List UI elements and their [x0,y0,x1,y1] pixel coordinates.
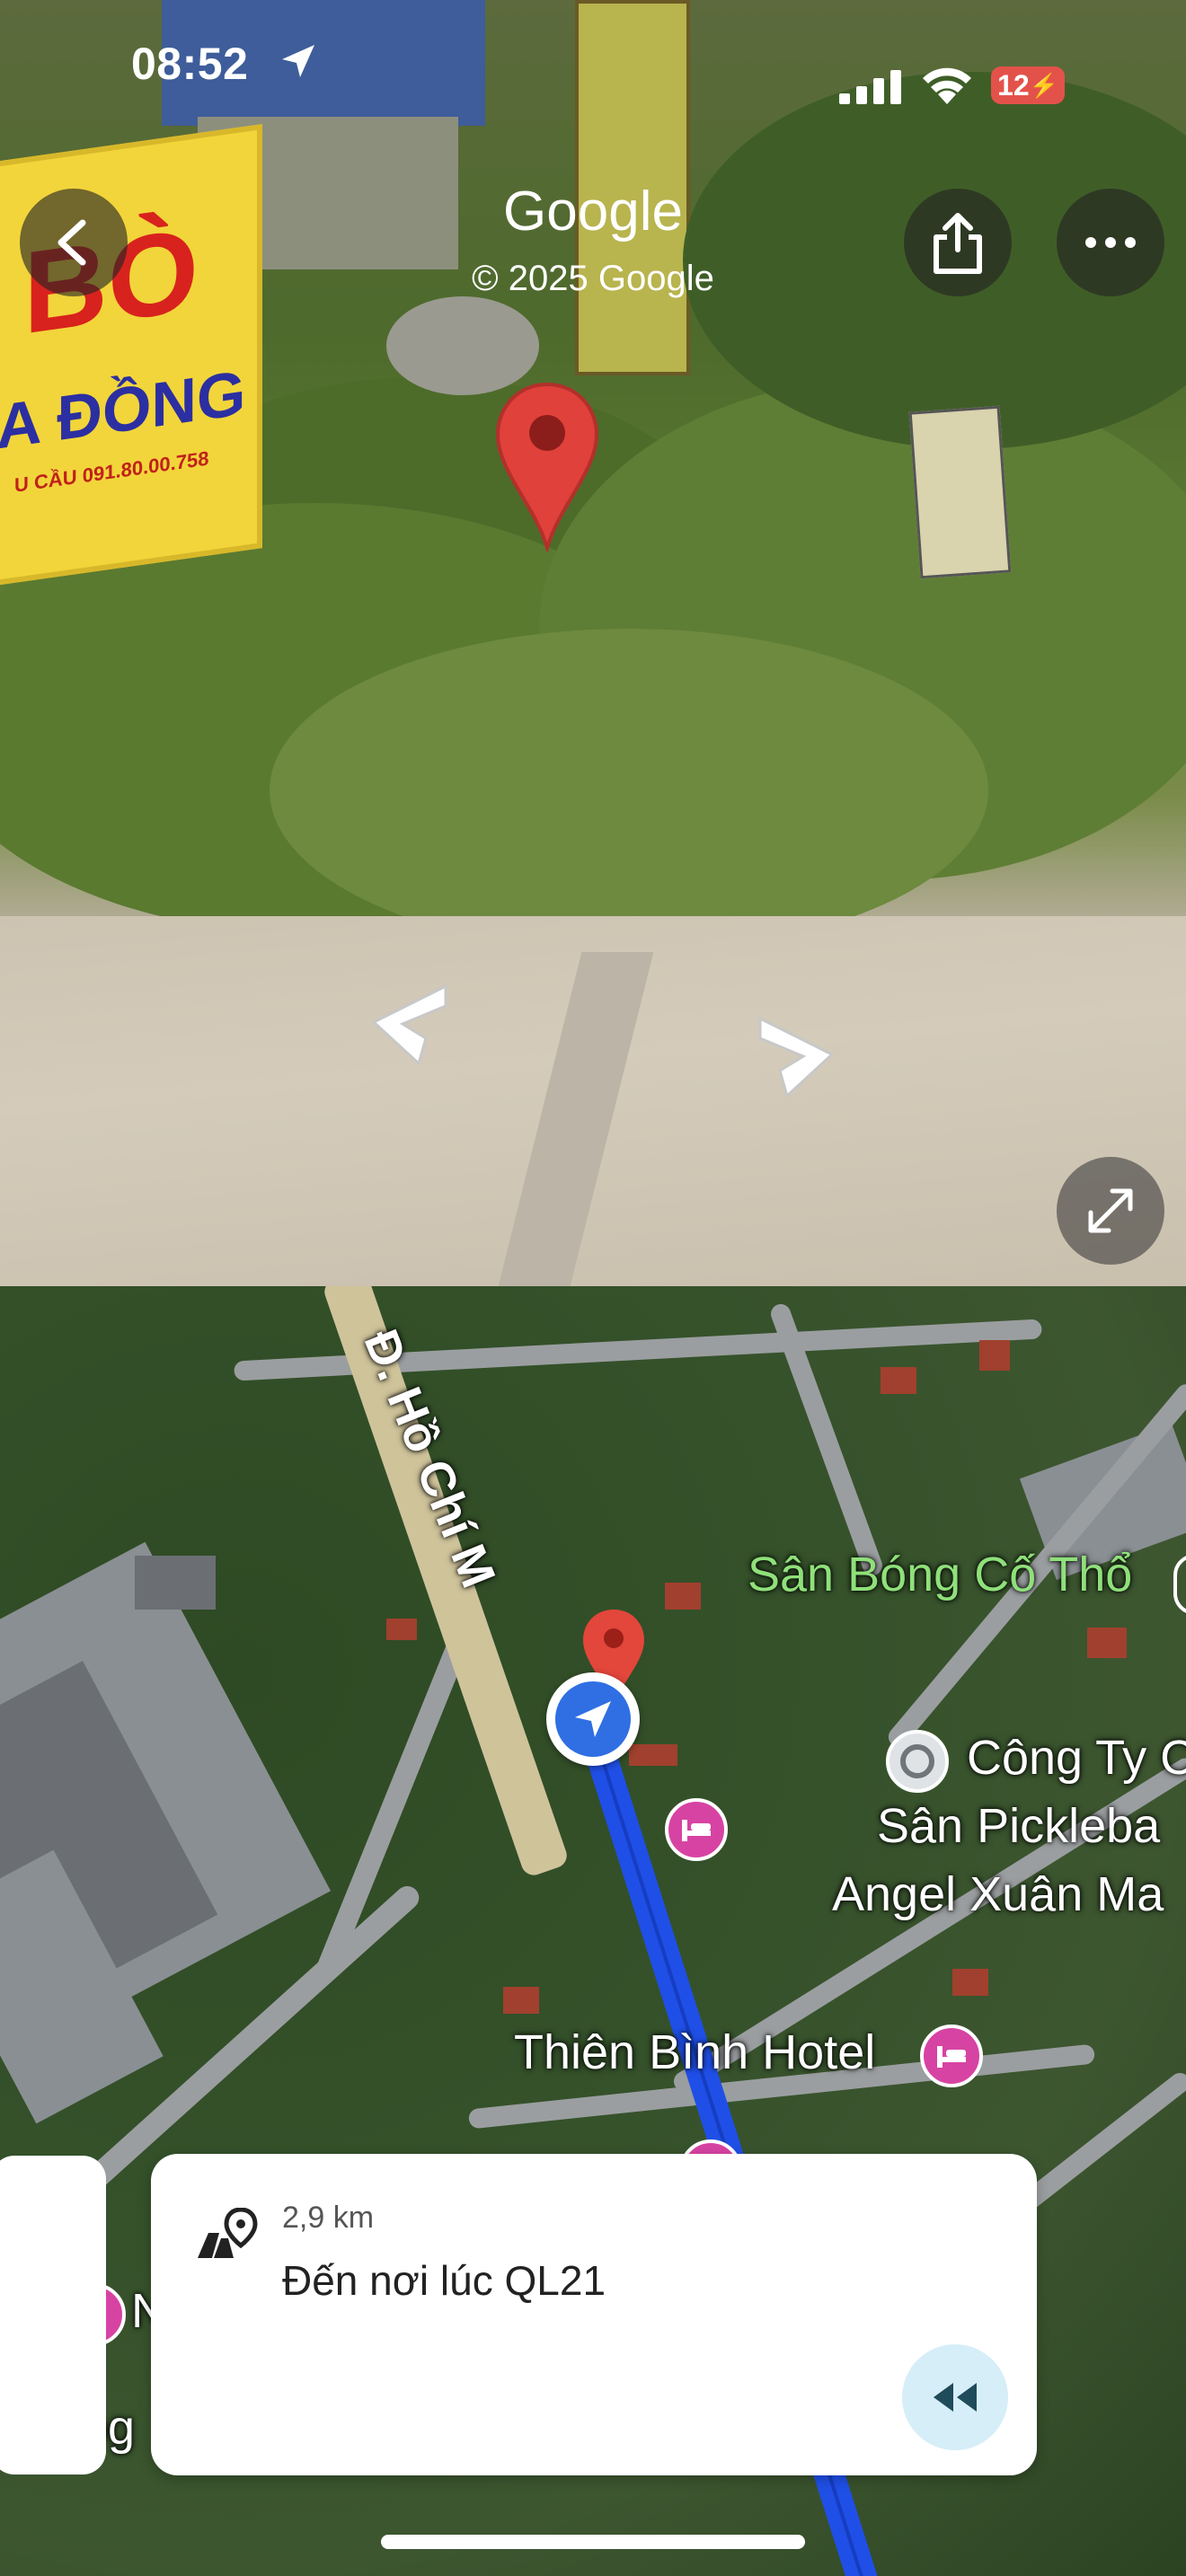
bed-icon [682,1820,711,1841]
company-poi-marker[interactable] [886,1730,949,1793]
road [314,1620,476,1980]
expand-icon [1088,1188,1133,1233]
signal-icon [839,70,901,104]
battery-level: 12 [997,68,1030,101]
rewind-button[interactable] [902,2344,1008,2450]
building [386,1619,417,1640]
battery-charging-icon: 12 ⚡ [991,66,1065,104]
status-time: 08:52 [131,39,249,89]
wifi-icon [923,67,971,104]
share-button[interactable] [904,189,1012,296]
location-pin-icon [495,382,599,551]
back-button[interactable] [20,189,128,296]
poi-label-hotel[interactable]: Thiên Bình Hotel [514,2025,875,2080]
share-icon [934,213,982,274]
arrival-destination: Đến nơi lúc QL21 [282,2257,606,2304]
building [881,1367,916,1394]
building [135,1556,216,1610]
building [665,1583,701,1610]
building [1087,1628,1127,1658]
poi-label-pickleball[interactable]: Sân Pickleba [877,1798,1160,1854]
navigate-right-arrow-icon[interactable] [751,1011,850,1101]
small-signboard [908,405,1012,579]
route-distance: 2,9 km [282,2201,375,2235]
location-arrow-icon [282,45,314,77]
navigation-arrow-icon [575,1701,611,1737]
bed-icon [937,2046,966,2068]
chevron-left-icon [58,219,86,266]
thien-binh-hotel-marker[interactable] [920,2025,983,2087]
poi-marker-partial [1173,1554,1186,1615]
more-options-button[interactable] [1057,189,1164,296]
building [979,1340,1010,1371]
copyright-text: © 2025 Google [472,259,714,298]
home-indicator[interactable] [381,2535,805,2549]
main-road [321,1286,571,1879]
rewind-icon [934,2383,977,2412]
poi-label-field[interactable]: Sân Bóng Cố Thổ [748,1547,1132,1602]
hotel-poi-marker[interactable] [665,1798,728,1861]
more-dots-icon [1085,237,1136,248]
arrival-location-icon [198,2208,258,2258]
street-view-panorama[interactable]: BÒ A ĐỒNG U CẦU 091.80.00.758 08:52 12⚡ … [0,0,1186,1286]
directions-info-card[interactable]: 2,9 km Đến nơi lúc QL21 [151,2154,1037,2475]
poi-label-pickleball-line2[interactable]: Angel Xuân Ma [832,1866,1164,1922]
navigate-left-arrow-icon[interactable] [356,979,455,1069]
building [952,1969,988,1996]
vegetation [270,629,988,952]
current-location-marker [546,1672,640,1766]
expand-button[interactable] [1057,1157,1164,1265]
previous-card[interactable] [0,2156,106,2475]
building [503,1987,539,2014]
poi-label-company[interactable]: Công Ty C [967,1730,1186,1786]
